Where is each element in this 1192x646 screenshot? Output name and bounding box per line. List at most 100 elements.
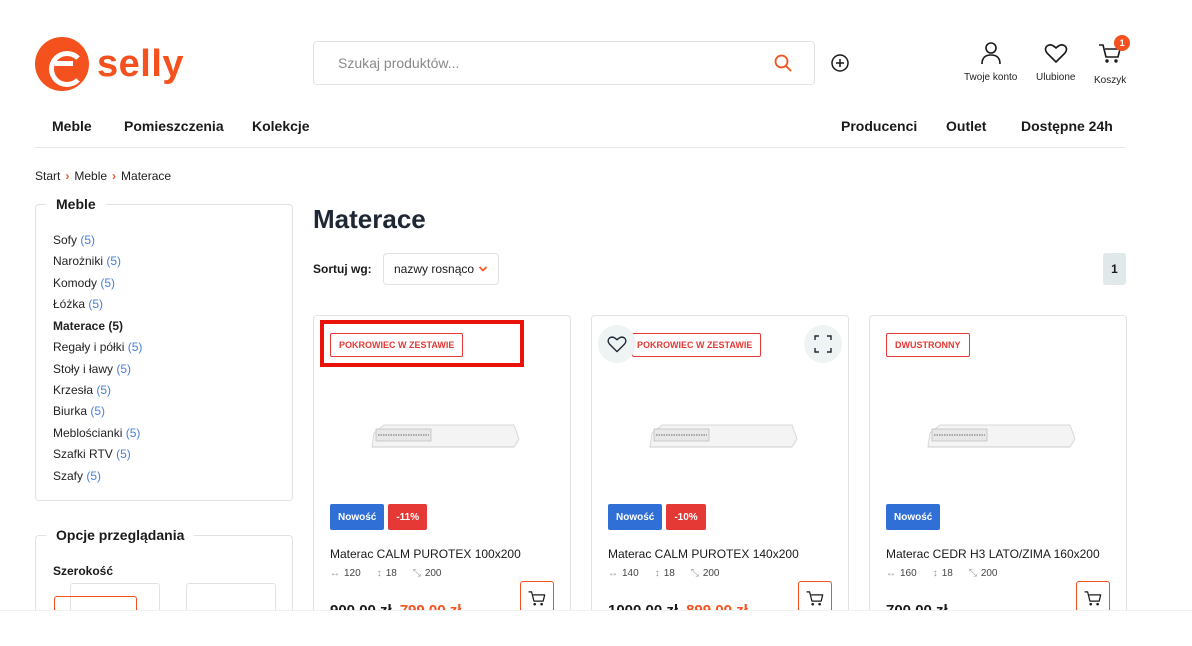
product-dimensions: ↔ 140 ↕ 18 ⤡ 200 <box>608 568 720 579</box>
product-name[interactable]: Materac CALM PUROTEX 140x200 <box>608 547 799 561</box>
length-dimension: ⤡ 200 <box>969 568 998 579</box>
width-option[interactable] <box>186 583 276 613</box>
width-dimension: ↔ 120 <box>330 568 361 579</box>
width-dimension: ↔ 140 <box>608 568 639 579</box>
sort-value: nazwy rosnąco <box>394 262 475 276</box>
breadcrumb: Start › Meble › Materace <box>35 169 171 183</box>
length-arrow-icon: ⤡ <box>968 568 977 579</box>
category-name: Stoły i ławy <box>53 362 114 376</box>
category-item[interactable]: Meblościanki (5) <box>53 426 140 440</box>
favorites-link[interactable]: Ulubione <box>1036 40 1075 83</box>
width-value: 140 <box>622 568 639 579</box>
category-item[interactable]: Sofy (5) <box>53 233 95 247</box>
discount-badge: -11% <box>388 504 428 530</box>
category-item[interactable]: Narożniki (5) <box>53 254 121 268</box>
product-badges: Nowość -11% <box>330 504 428 530</box>
category-name: Krzesła <box>53 383 94 397</box>
product-name[interactable]: Materac CEDR H3 LATO/ZIMA 160x200 <box>886 547 1100 561</box>
breadcrumb-item[interactable]: Start <box>35 169 60 183</box>
nav-item-meble[interactable]: Meble <box>52 118 92 134</box>
category-item[interactable]: Komody (5) <box>53 276 115 290</box>
width-filter-label: Szerokość <box>53 564 114 578</box>
cart-label: Koszyk <box>1094 75 1127 86</box>
length-value: 200 <box>702 568 720 579</box>
category-count: (5) <box>90 404 106 418</box>
category-item[interactable]: Szafki RTV (5) <box>53 447 131 461</box>
height-arrow-icon: ↕ <box>932 568 938 579</box>
compare-plus-icon[interactable] <box>829 52 851 74</box>
nav-item-outlet[interactable]: Outlet <box>946 118 986 134</box>
category-name: Meblościanki <box>53 426 123 440</box>
cart-icon-wrap: 1 <box>1097 35 1131 75</box>
length-arrow-icon: ⤡ <box>690 568 699 579</box>
width-dimension: ↔ 160 <box>886 568 917 579</box>
category-item[interactable]: Łóżka (5) <box>53 297 103 311</box>
category-count: (5) <box>116 362 132 376</box>
height-value: 18 <box>663 568 675 579</box>
breadcrumb-item: Materace <box>121 169 172 183</box>
new-badge: Nowość <box>608 504 663 530</box>
heart-icon <box>607 336 627 353</box>
category-item[interactable]: Biurka (5) <box>53 404 105 418</box>
category-panel-title: Meble <box>46 196 106 212</box>
width-value: 160 <box>900 568 917 579</box>
highlight-box <box>320 320 524 367</box>
pagination-page[interactable]: 1 <box>1103 253 1126 285</box>
category-item[interactable]: Regały i półki (5) <box>53 340 142 354</box>
cart-icon <box>806 591 824 606</box>
category-name: Regały i półki <box>53 340 125 354</box>
account-label: Twoje konto <box>964 72 1018 83</box>
nav-item-producenci[interactable]: Producenci <box>841 118 917 134</box>
length-value: 200 <box>980 568 998 579</box>
category-count: (5) <box>116 447 131 461</box>
sort-label: Sortuj wg: <box>313 262 372 276</box>
search-bar[interactable] <box>313 41 815 85</box>
product-card[interactable]: DWUSTRONNY Nowość Materac CEDR H3 LATO/Z… <box>869 315 1127 625</box>
viewport-bottom-edge <box>0 610 1192 646</box>
product-name[interactable]: Materac CALM PUROTEX 100x200 <box>330 547 521 561</box>
category-count: (5) <box>100 276 116 290</box>
nav-item-pomieszczenia[interactable]: Pomieszczenia <box>124 118 224 134</box>
search-input[interactable] <box>338 55 718 71</box>
cart-icon <box>1084 591 1102 606</box>
new-badge: Nowość <box>330 504 385 530</box>
chevron-right-icon: › <box>65 169 70 183</box>
length-dimension: ⤡ 200 <box>413 568 442 579</box>
sort-select[interactable]: nazwy rosnąco <box>383 253 499 285</box>
height-dimension: ↕ 18 <box>377 568 397 579</box>
brand-logo-icon <box>35 37 89 91</box>
height-arrow-icon: ↕ <box>654 568 660 579</box>
nav-item-kolekcje[interactable]: Kolekcje <box>252 118 310 134</box>
brand-logo[interactable]: selly <box>35 37 184 91</box>
product-card[interactable]: POKROWIEC W ZESTAWIE Nowość -10% Materac… <box>591 315 849 625</box>
height-dimension: ↕ 18 <box>933 568 953 579</box>
chevron-right-icon: › <box>112 169 117 183</box>
add-to-favorites-button[interactable] <box>598 325 636 363</box>
category-item-active[interactable]: Materace (5) <box>53 319 123 333</box>
mattress-image <box>927 424 1076 448</box>
category-item[interactable]: Stoły i ławy (5) <box>53 362 131 376</box>
view-options-title: Opcje przeglądania <box>46 527 195 543</box>
cart-link[interactable]: 1 Koszyk <box>1094 35 1131 86</box>
breadcrumb-item[interactable]: Meble <box>74 169 107 183</box>
nav-item-dostepne[interactable]: Dostępne 24h <box>1021 118 1113 134</box>
category-count: (5) <box>127 340 143 354</box>
length-arrow-icon: ⤡ <box>412 568 421 579</box>
category-name: Narożniki <box>53 254 104 268</box>
nav-divider <box>35 147 1126 148</box>
product-badges: Nowość -10% <box>608 504 706 530</box>
length-dimension: ⤡ 200 <box>691 568 720 579</box>
chevron-down-icon <box>478 266 488 272</box>
cart-icon <box>528 591 546 606</box>
width-arrow-icon: ↔ <box>886 568 896 579</box>
width-arrow-icon: ↔ <box>330 568 340 579</box>
category-item[interactable]: Szafy (5) <box>53 469 101 483</box>
quick-view-button[interactable] <box>804 325 842 363</box>
height-arrow-icon: ↕ <box>376 568 382 579</box>
category-count: (5) <box>106 254 122 268</box>
category-count: (5) <box>96 383 112 397</box>
account-link[interactable]: Twoje konto <box>964 40 1017 83</box>
expand-icon <box>814 335 832 353</box>
search-icon[interactable] <box>774 54 792 72</box>
category-item[interactable]: Krzesła (5) <box>53 383 111 397</box>
